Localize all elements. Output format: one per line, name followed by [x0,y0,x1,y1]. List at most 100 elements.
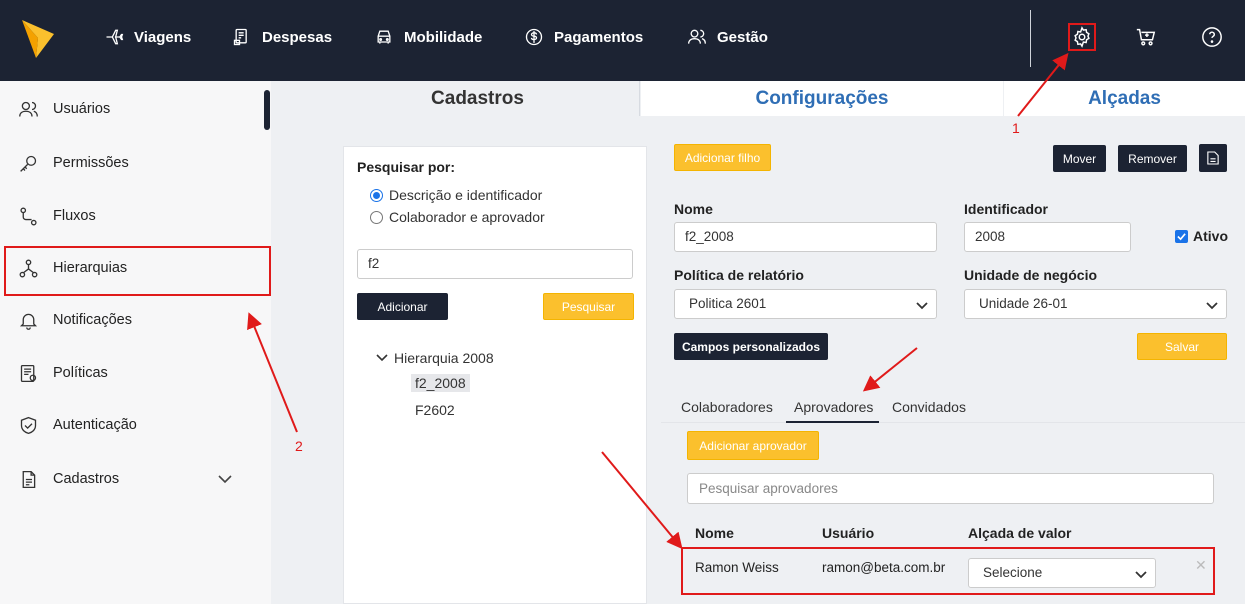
check-icon [1177,233,1186,241]
help-icon [1202,27,1222,47]
chevron-down-icon [1206,302,1218,310]
politica-select[interactable]: Politica 2601 [674,289,937,319]
alcada-select[interactable]: Selecione [968,558,1156,588]
politica-select-value: Politica 2601 [689,296,767,311]
move-button[interactable]: Mover [1053,145,1106,172]
identificador-input[interactable]: 2008 [964,222,1131,252]
approver-user: ramon@beta.com.br [822,560,946,575]
tab-alcadas[interactable]: Alçadas [1004,81,1245,116]
remove-approver-icon[interactable]: ✕ [1195,557,1207,574]
chevron-down-icon[interactable] [218,472,232,486]
export-button[interactable] [1199,144,1227,172]
key-icon [20,155,37,172]
car-icon [377,30,391,44]
settings-button[interactable] [1068,23,1096,51]
sidebar-item-label: Permissões [53,155,129,171]
unidade-select[interactable]: Unidade 26-01 [964,289,1227,319]
nome-input[interactable]: f2_2008 [674,222,937,252]
sidebar-item-usuarios[interactable]: Usuários [18,96,110,122]
save-button[interactable]: Salvar [1137,333,1227,360]
chevron-down-icon[interactable] [376,352,388,364]
alcada-select-value: Selecione [983,565,1043,580]
sidebar-item-permissoes[interactable]: Permissões [18,150,129,176]
column-header-alcada: Alçada de valor [968,525,1072,541]
cart-icon [1136,28,1156,46]
tree-root-label: Hierarquia 2008 [394,350,494,366]
annotation-step-1: 1 [1012,120,1020,136]
nav-viagens-label: Viagens [134,28,192,46]
main-tabs: Cadastros Configurações Alçadas [316,81,1245,116]
approver-search-input[interactable]: Pesquisar aprovadores [687,473,1214,504]
dollar-icon [525,28,543,46]
custom-fields-button[interactable]: Campos personalizados [674,333,828,360]
sidebar-item-politicas[interactable]: Políticas [18,360,108,386]
politica-label: Política de relatório [674,267,804,283]
column-header-nome: Nome [695,525,734,541]
unidade-select-value: Unidade 26-01 [979,296,1068,311]
radio-button-checked[interactable] [370,188,383,202]
unidade-label: Unidade de negócio [964,267,1098,283]
sidebar-item-label: Autenticação [53,417,137,433]
help-button[interactable] [1200,25,1224,49]
cart-button[interactable] [1134,25,1158,49]
hierarquias-highlight-box [4,246,271,296]
sidebar-item-notificacoes[interactable]: Notificações [18,307,132,333]
sidebar-scrollbar[interactable] [264,90,270,130]
nome-label: Nome [674,201,713,217]
sidebar-item-label: Fluxos [53,208,96,224]
logo-icon[interactable] [22,16,54,58]
ativo-checkbox[interactable] [1175,230,1188,243]
radio-button[interactable] [370,210,383,224]
nav-despesas[interactable]: Despesas [232,26,332,48]
add-approver-button[interactable]: Adicionar aprovador [687,431,819,460]
search-button[interactable]: Pesquisar [543,293,634,320]
radio-label: Colaborador e aprovador [389,209,545,225]
document-icon [1207,151,1219,165]
approver-name: Ramon Weiss [695,560,779,575]
tab-configuracoes[interactable]: Configurações [641,81,1003,116]
nav-pagamentos[interactable]: Pagamentos [524,26,643,48]
column-header-usuario: Usuário [822,525,875,541]
sidebar-item-label: Cadastros [53,471,120,487]
radio-colaborador[interactable]: Colaborador e aprovador [370,209,545,225]
tree-node-root[interactable]: Hierarquia 2008 [376,350,494,366]
search-by-title: Pesquisar por: [357,159,456,175]
arrow-to-aprovadores [862,347,918,392]
tree-node-f2-2008[interactable]: f2_2008 [411,374,470,392]
hierarchy-search-panel: Pesquisar por: Descrição e identificador… [343,146,647,604]
tab-colaboradores[interactable]: Colaboradores [681,399,773,415]
tab-cadastros[interactable]: Cadastros [316,81,640,116]
sidebar-item-cadastros[interactable]: Cadastros [18,466,119,492]
radio-descricao[interactable]: Descrição e identificador [370,187,542,203]
tab-convidados[interactable]: Convidados [892,399,966,415]
sidebar-item-label: Usuários [53,101,111,117]
nav-despesas-label: Despesas [262,28,333,46]
users-icon [688,29,706,44]
identificador-label: Identificador [964,201,1049,217]
document-icon [22,470,36,488]
nav-divider [1030,10,1031,67]
nav-pagamentos-label: Pagamentos [554,28,644,46]
users-icon [19,101,38,117]
nav-gestao[interactable]: Gestão [687,26,768,48]
add-hierarchy-button[interactable]: Adicionar [357,293,448,320]
tree-node-f2602[interactable]: F2602 [411,401,459,419]
nav-gestao-label: Gestão [717,28,768,46]
policy-icon [20,364,37,382]
nav-viagens[interactable]: Viagens [104,26,191,48]
hierarchy-search-input[interactable]: f2 [357,249,633,279]
remove-button[interactable]: Remover [1118,145,1187,172]
shield-icon [20,416,37,434]
ativo-label: Ativo [1193,228,1228,244]
sidebar-item-label: Notificações [53,312,132,328]
tab-aprovadores[interactable]: Aprovadores [786,399,880,423]
add-child-button[interactable]: Adicionar filho [674,144,771,171]
bell-icon [19,313,38,330]
radio-label: Descrição e identificador [389,187,543,203]
nav-mobilidade[interactable]: Mobilidade [374,26,482,48]
chevron-down-icon [916,302,928,310]
annotation-step-2: 2 [295,438,303,454]
sidebar-item-fluxos[interactable]: Fluxos [18,203,96,229]
sub-tabs: Colaboradores Aprovadores Convidados [661,395,1245,423]
sidebar-item-autenticacao[interactable]: Autenticação [18,412,137,438]
